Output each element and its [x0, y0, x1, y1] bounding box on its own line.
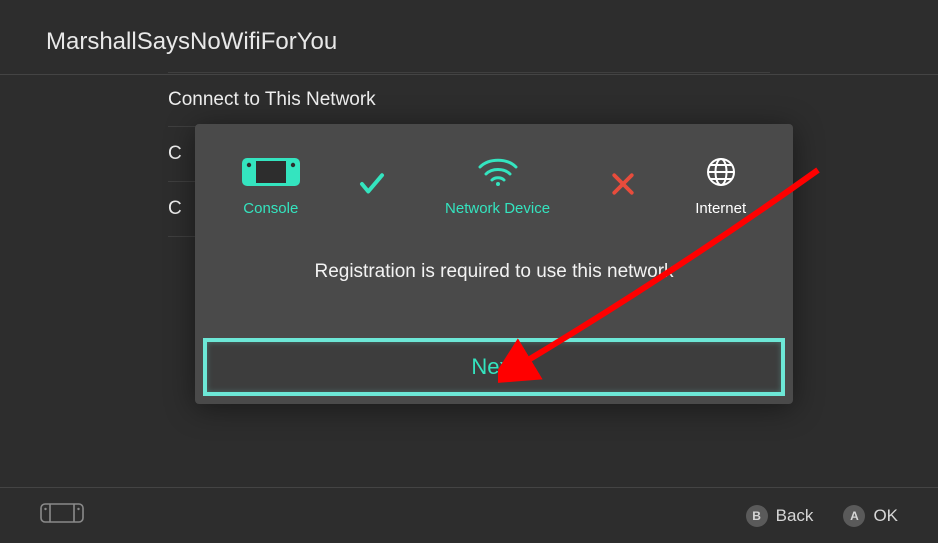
dialog-message: Registration is required to use this net…	[195, 261, 793, 283]
status-row: Console Network Device	[195, 124, 793, 217]
connection-status-dialog: Console Network Device	[195, 124, 793, 404]
x-icon	[608, 169, 638, 204]
status-console: Console	[242, 156, 300, 217]
header: MarshallSaysNoWifiForYou	[0, 0, 938, 75]
next-button[interactable]: Next	[203, 338, 785, 396]
status-internet: Internet	[695, 156, 746, 217]
a-button-icon: A	[843, 505, 865, 527]
footer: B Back A OK	[0, 487, 938, 543]
next-button-label: Next	[471, 354, 516, 380]
console-label: Console	[243, 200, 298, 217]
back-button[interactable]: B Back	[746, 505, 814, 527]
ok-label: OK	[873, 506, 898, 526]
ok-button[interactable]: A OK	[843, 505, 898, 527]
footer-controls: B Back A OK	[746, 505, 898, 527]
internet-label: Internet	[695, 200, 746, 217]
list-item[interactable]: Connect to This Network	[168, 72, 770, 127]
globe-icon	[705, 156, 737, 188]
back-label: Back	[776, 506, 814, 526]
console-icon	[242, 156, 300, 188]
status-network: Network Device	[445, 156, 550, 217]
console-outline-icon	[40, 503, 84, 528]
b-button-icon: B	[746, 505, 768, 527]
checkmark-icon	[357, 169, 387, 204]
wifi-icon	[477, 156, 519, 188]
network-label: Network Device	[445, 200, 550, 217]
page-title: MarshallSaysNoWifiForYou	[46, 28, 898, 56]
